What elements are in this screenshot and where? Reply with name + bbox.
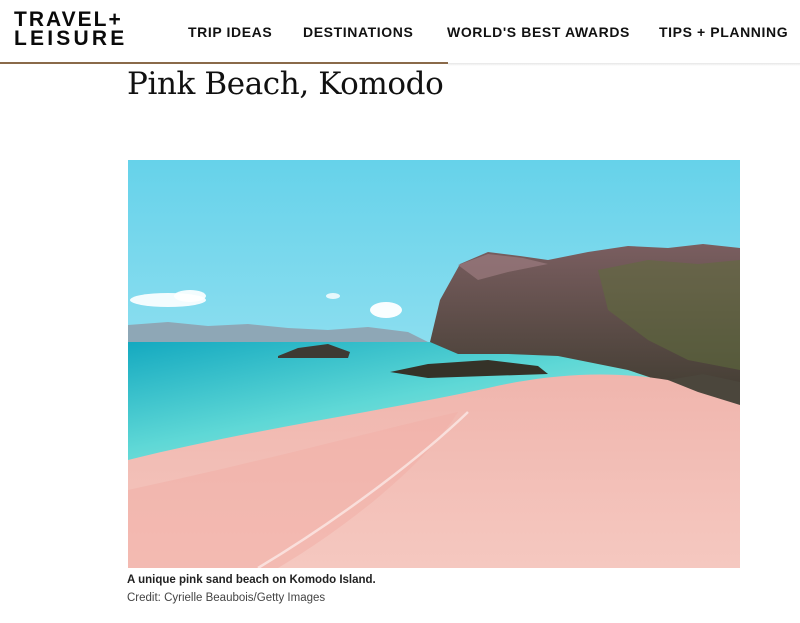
nav-tips-planning[interactable]: TIPS + PLANNING: [659, 24, 788, 40]
site-header: TRAVEL+ LEISURE TRIP IDEAS DESTINATIONS …: [0, 0, 800, 66]
hero-image: [128, 160, 740, 568]
image-caption: A unique pink sand beach on Komodo Islan…: [127, 574, 376, 586]
page-title: Pink Beach, Komodo: [127, 66, 444, 102]
nav-destinations[interactable]: DESTINATIONS: [303, 24, 413, 40]
nav-worlds-best-awards[interactable]: WORLD'S BEST AWARDS: [447, 24, 630, 40]
site-logo[interactable]: TRAVEL+ LEISURE: [14, 9, 164, 50]
image-credit: Credit: Cyrielle Beaubois/Getty Images: [127, 592, 326, 604]
logo-line-2: LEISURE: [14, 27, 128, 50]
nav-trip-ideas[interactable]: TRIP IDEAS: [188, 24, 272, 40]
header-shadow: [448, 63, 800, 66]
